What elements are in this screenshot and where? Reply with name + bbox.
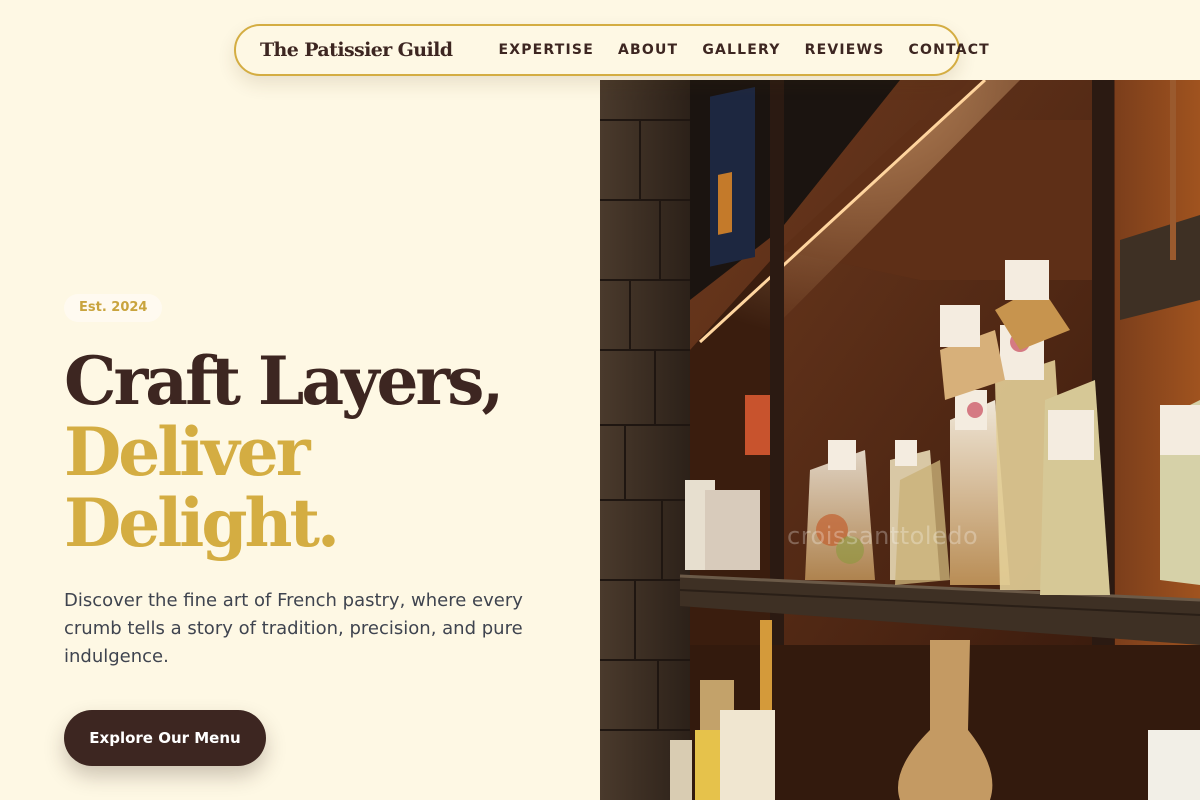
nav-link-reviews[interactable]: REVIEWS xyxy=(805,42,885,58)
headline-line-1: Craft Layers, xyxy=(64,342,504,420)
nav-link-expertise[interactable]: EXPERTISE xyxy=(498,42,594,58)
main-nav: The Patissier Guild EXPERTISE ABOUT GALL… xyxy=(234,24,989,76)
nav-link-gallery[interactable]: GALLERY xyxy=(702,42,780,58)
nav-link-about[interactable]: ABOUT xyxy=(618,42,678,58)
explore-menu-button[interactable]: Explore Our Menu xyxy=(64,710,266,766)
headline-line-2: Deliver xyxy=(64,413,310,491)
headline-line-3: Delight. xyxy=(64,484,340,562)
hero-description: Discover the fine art of French pastry, … xyxy=(64,590,523,667)
hero-headline: Craft Layers, Deliver Delight. xyxy=(64,346,504,562)
shelves-illustration xyxy=(600,80,1200,800)
brand-logo[interactable]: The Patissier Guild xyxy=(260,39,453,61)
nav-links: EXPERTISE ABOUT GALLERY REVIEWS CONTACT xyxy=(498,42,989,58)
nav-link-contact[interactable]: CONTACT xyxy=(909,42,990,58)
hero-image-pantry-shelves: croissanttoledo xyxy=(600,80,1200,800)
photo-watermark: croissanttoledo xyxy=(787,522,979,550)
established-badge: Est. 2024 xyxy=(64,294,163,322)
